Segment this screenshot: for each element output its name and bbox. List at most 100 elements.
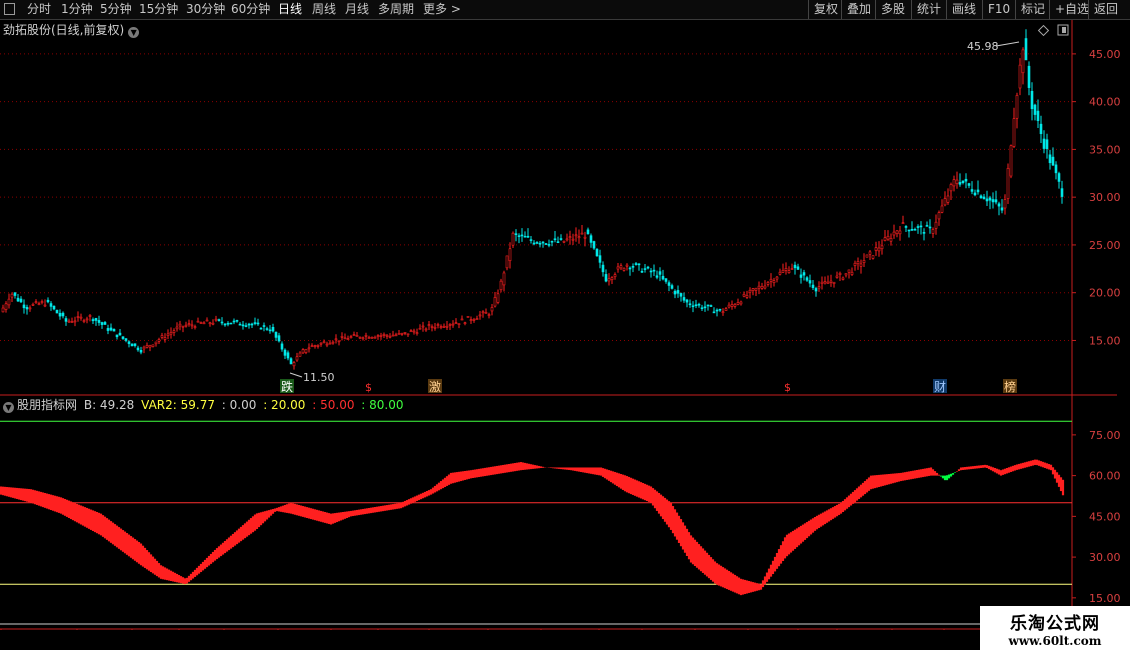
candle-body: [274, 331, 278, 338]
tab-daily[interactable]: 日线: [278, 0, 302, 19]
candle-body: [307, 347, 311, 350]
candle-body: [772, 280, 776, 284]
candle-body: [4, 303, 8, 310]
tab-30min[interactable]: 30分钟: [186, 0, 225, 19]
candle-body: [346, 338, 350, 340]
candle-body: [559, 238, 563, 240]
candle-body: [145, 345, 149, 348]
price-tick-label: 45.00: [1089, 48, 1121, 61]
menu-icon[interactable]: [4, 3, 15, 15]
candle-body: [586, 229, 590, 235]
tab-fenshi[interactable]: 分时: [27, 0, 51, 19]
candle-body: [313, 345, 317, 347]
candle-body: [316, 345, 320, 347]
candle-body: [325, 343, 329, 346]
marker-surge[interactable]: 激: [429, 380, 441, 394]
candle-body: [994, 199, 998, 203]
f10-button[interactable]: F10: [982, 0, 1015, 19]
candle-body: [340, 336, 344, 338]
candle-body: [670, 285, 674, 289]
candle-body: [715, 309, 719, 312]
candle-body: [199, 322, 203, 324]
candle-body: [706, 304, 710, 307]
tab-60min[interactable]: 60分钟: [231, 0, 270, 19]
watermark: 乐淘公式网 www.60lt.com: [980, 606, 1130, 650]
tab-monthly[interactable]: 月线: [345, 0, 369, 19]
candle-body: [112, 328, 116, 332]
marker-dollar-2[interactable]: $: [784, 381, 791, 394]
mark-button[interactable]: 标记: [1015, 0, 1050, 19]
candle-body: [13, 292, 17, 296]
candle-body: [892, 231, 896, 236]
candle-body: [877, 247, 881, 252]
candle-body: [124, 338, 128, 341]
candle-body: [157, 339, 161, 342]
candle-body: [412, 330, 416, 333]
candle-body: [58, 312, 62, 317]
candle-body: [736, 302, 740, 305]
candle-body: [1057, 173, 1061, 182]
candle-body: [64, 318, 68, 322]
marker-drop[interactable]: 跌: [281, 379, 293, 394]
tab-more[interactable]: 更多 >: [423, 0, 461, 19]
tab-15min[interactable]: 15分钟: [139, 0, 178, 19]
draw-line-button[interactable]: 画线: [946, 0, 981, 19]
candle-body: [907, 229, 911, 232]
overlay-button[interactable]: 叠加: [841, 0, 876, 19]
fuquan-button[interactable]: 复权: [808, 0, 843, 19]
marker-rank[interactable]: 榜: [1004, 379, 1016, 394]
candle-body: [31, 304, 35, 306]
indicator-name[interactable]: 股朋指标网: [17, 398, 77, 412]
candle-body: [619, 265, 623, 269]
indicator-tick-label: 60.00: [1089, 470, 1121, 483]
tab-multi-period[interactable]: 多周期: [378, 0, 414, 19]
candle-body: [673, 290, 677, 295]
candle-body: [547, 244, 551, 246]
diamond-icon[interactable]: [1037, 24, 1050, 37]
kline-chart: 15.00 20.00 25.00 30.00 35.00 40.00 45.00 45.9…: [0, 20, 1121, 630]
indicator-chevron-icon[interactable]: ▼: [3, 402, 14, 413]
candle-body: [955, 179, 959, 184]
candle-body: [616, 266, 620, 270]
candle-body: [703, 306, 707, 309]
low-arrow: [289, 372, 303, 378]
candle-body: [118, 332, 122, 336]
candle-body: [919, 225, 923, 228]
candle-body: [538, 242, 542, 245]
candle-body: [754, 287, 758, 291]
candle-body: [574, 234, 578, 237]
tab-1min[interactable]: 1分钟: [61, 0, 93, 19]
candle-body: [664, 278, 668, 282]
candle-body: [727, 304, 731, 308]
price-tick-label: 25.00: [1089, 239, 1121, 252]
candle-body: [685, 299, 689, 303]
indicator-l2-value: : 20.00: [263, 398, 306, 412]
indicator-chart: 15.00 30.00 45.00 60.00 75.00: [0, 420, 1121, 625]
candle-body: [790, 268, 794, 270]
candle-body: [133, 343, 137, 346]
candle-body: [127, 341, 131, 344]
candle-body: [220, 321, 224, 324]
event-markers: 跌 $ 激 $ 财 榜: [280, 379, 1017, 394]
back-button[interactable]: 返回: [1088, 0, 1123, 19]
candle-body: [154, 341, 158, 345]
marker-finance[interactable]: 财: [934, 380, 946, 394]
tab-weekly[interactable]: 周线: [312, 0, 336, 19]
corner-icons: [1037, 24, 1069, 37]
tab-5min[interactable]: 5分钟: [100, 0, 132, 19]
candle-body: [286, 352, 290, 359]
candle-body: [52, 305, 56, 310]
candle-body: [688, 303, 692, 306]
candle-body: [697, 303, 701, 306]
marker-dollar-1[interactable]: $: [365, 381, 372, 394]
candle-body: [589, 235, 593, 243]
indicator-l1-value: : 0.00: [221, 398, 257, 412]
candle-body: [880, 245, 884, 250]
candle-body: [553, 238, 557, 241]
candle-body: [937, 212, 941, 220]
multi-stock-button[interactable]: 多股: [875, 0, 910, 19]
statistics-button[interactable]: 统计: [911, 0, 946, 19]
candle-body: [718, 308, 722, 311]
candle-body: [373, 336, 377, 339]
candle-body: [202, 322, 206, 325]
